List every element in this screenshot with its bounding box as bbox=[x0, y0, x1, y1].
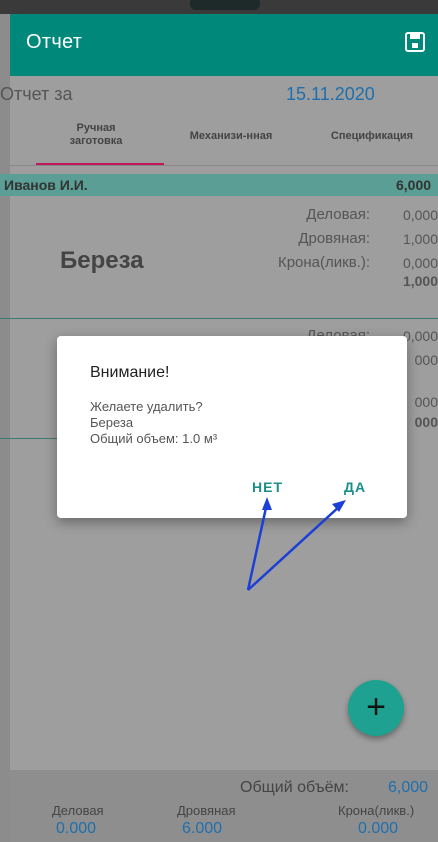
tab-mechanized[interactable]: Механизи-нная bbox=[172, 130, 290, 143]
report-label: Отчет за bbox=[0, 84, 73, 104]
worker-total: 6,000 bbox=[396, 177, 432, 193]
tab-manual[interactable]: Ручная заготовка bbox=[40, 122, 152, 148]
report-date[interactable]: 15.11.2020 bbox=[286, 84, 375, 105]
entry-total: 1,000 bbox=[402, 273, 438, 289]
worker-name: Иванов И.И. bbox=[4, 177, 88, 193]
tab-divider bbox=[10, 165, 438, 166]
total-volume-label: Общий объём: bbox=[240, 779, 349, 796]
dialog-title: Внимание! bbox=[90, 364, 170, 381]
summary-value-business: 0.000 bbox=[56, 820, 97, 837]
tab-specification[interactable]: Спецификация bbox=[316, 130, 428, 143]
entry-row-value: 0,000 bbox=[402, 207, 438, 223]
entry-row-value: 0,000 bbox=[402, 255, 438, 271]
entry-divider bbox=[0, 318, 438, 319]
entry-species[interactable]: Береза bbox=[60, 247, 144, 275]
yes-button[interactable]: ДА bbox=[344, 479, 366, 495]
entry-row-label: Дровяная: bbox=[298, 230, 370, 247]
app-title: Отчет bbox=[26, 31, 83, 53]
entry-row-value: 1,000 bbox=[402, 231, 438, 247]
summary-value-firewood: 6.000 bbox=[182, 820, 223, 837]
plus-icon: + bbox=[366, 688, 386, 726]
camera-notch bbox=[190, 0, 260, 10]
summary-label-crown: Крона(ликв.) bbox=[338, 803, 415, 818]
total-volume-value: 6,000 bbox=[388, 779, 429, 796]
entry-row-label: Крона(ликв.): bbox=[277, 254, 370, 271]
dialog-message: Желаете удалить? Береза Общий объем: 1.0… bbox=[90, 399, 218, 446]
summary-value-crown: 0.000 bbox=[358, 820, 399, 837]
save-icon[interactable] bbox=[404, 31, 426, 53]
no-button[interactable]: НЕТ bbox=[252, 479, 283, 495]
summary-label-business: Деловая bbox=[52, 803, 104, 818]
entry-row-label: Деловая: bbox=[306, 206, 370, 223]
summary-label-firewood: Дровяная bbox=[177, 803, 236, 818]
